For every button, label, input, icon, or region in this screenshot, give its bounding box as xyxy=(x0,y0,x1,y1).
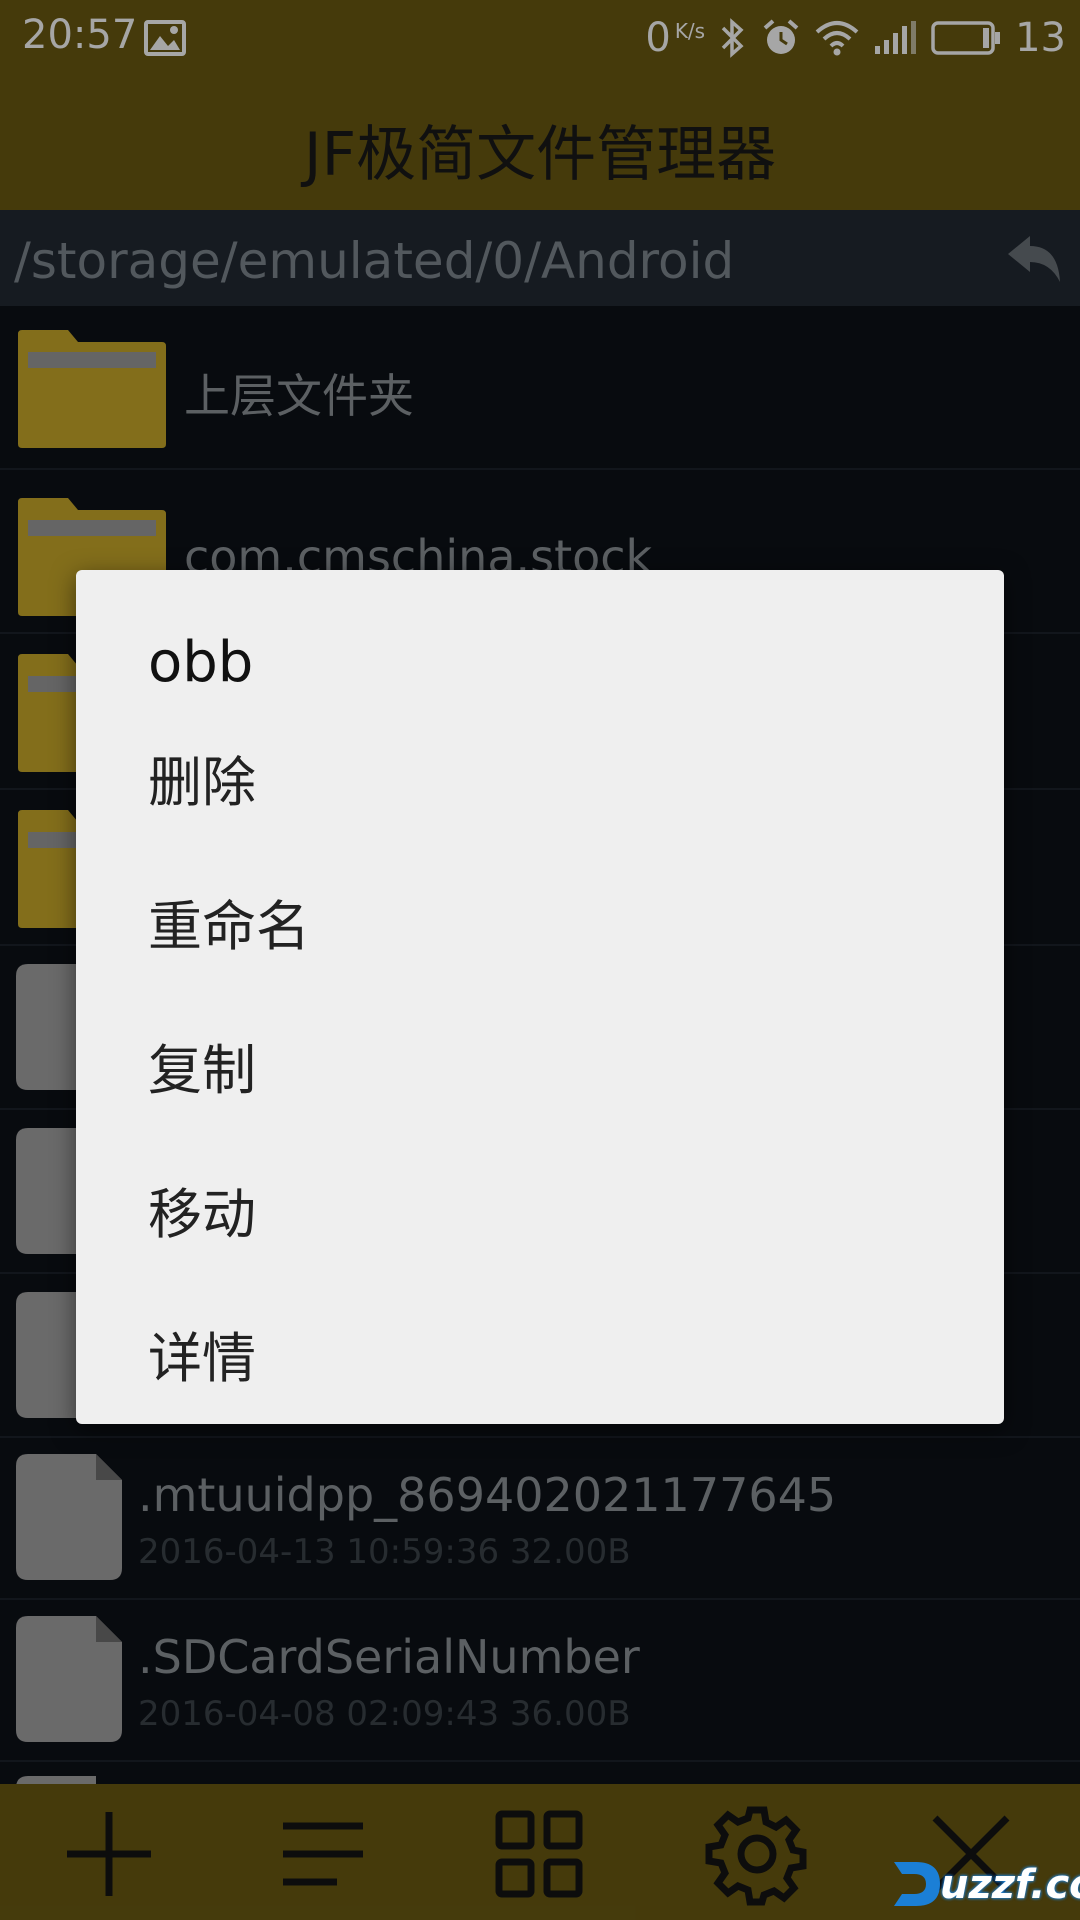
watermark: uzzf.com xyxy=(886,1854,1080,1914)
screen: 20:57 0 K/s 13 JF极简文件管理器 /storage/emulat… xyxy=(0,0,1080,1920)
menu-item-rename[interactable]: 重命名 xyxy=(76,846,1004,986)
watermark-text: uzzf.com xyxy=(940,1862,1080,1908)
menu-item-label: 移动 xyxy=(148,1183,256,1246)
menu-item-details[interactable]: 详情 xyxy=(76,1278,1004,1418)
menu-item-label: 重命名 xyxy=(148,895,310,958)
menu-item-label: 删除 xyxy=(148,751,256,814)
menu-item-label: 详情 xyxy=(148,1327,256,1390)
menu-item-move[interactable]: 移动 xyxy=(76,1134,1004,1274)
context-menu-dialog: obb 删除 重命名 复制 移动 详情 xyxy=(76,570,1004,1424)
menu-item-copy[interactable]: 复制 xyxy=(76,990,1004,1130)
dialog-title: obb xyxy=(148,630,254,695)
menu-item-label: 复制 xyxy=(148,1039,256,1102)
watermark-logo-icon xyxy=(894,1862,940,1906)
menu-item-delete[interactable]: 删除 xyxy=(76,702,1004,842)
